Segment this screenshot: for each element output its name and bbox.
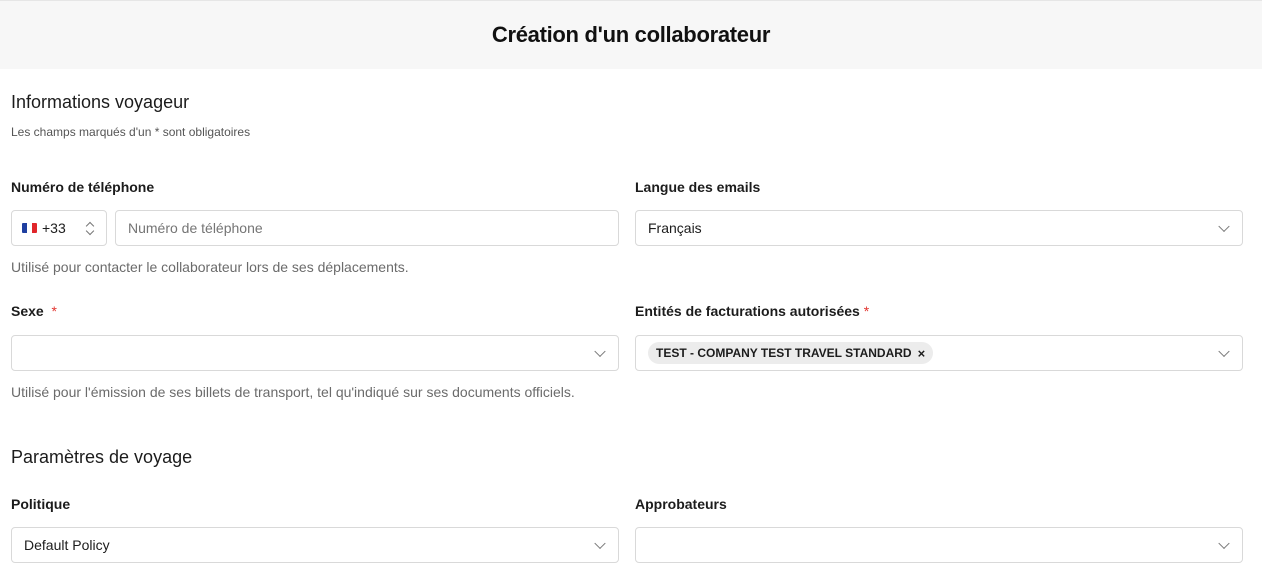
required-asterisk: * bbox=[863, 303, 870, 319]
billing-entities-label-text: Entités de facturations autorisées bbox=[635, 303, 860, 319]
remove-chip-icon[interactable]: × bbox=[918, 346, 926, 361]
up-down-chevron-icon bbox=[86, 221, 94, 237]
section-title-traveler: Informations voyageur bbox=[11, 92, 190, 112]
email-language-value: Français bbox=[648, 220, 702, 236]
email-language-label: Langue des emails bbox=[635, 179, 761, 195]
flag-france-icon bbox=[22, 223, 37, 233]
phone-number-input[interactable] bbox=[116, 211, 618, 245]
country-code-value: +33 bbox=[42, 220, 66, 236]
chevron-down-icon bbox=[594, 345, 606, 358]
page-header: Création d'un collaborateur bbox=[0, 0, 1262, 69]
phone-number-input-wrapper bbox=[115, 210, 619, 246]
gender-label-text: Sexe bbox=[11, 303, 44, 319]
country-code-select[interactable]: +33 bbox=[11, 210, 107, 246]
approvers-select[interactable] bbox=[635, 527, 1243, 563]
chevron-down-icon bbox=[1218, 345, 1230, 358]
billing-entity-chip: TEST - COMPANY TEST TRAVEL STANDARD × bbox=[648, 342, 934, 364]
policy-select[interactable]: Default Policy bbox=[11, 527, 619, 563]
section-title-travel-settings: Paramètres de voyage bbox=[11, 447, 193, 467]
phone-label: Numéro de téléphone bbox=[11, 179, 155, 195]
gender-helper-text: Utilisé pour l'émission de ses billets d… bbox=[11, 384, 575, 400]
phone-helper-text: Utilisé pour contacter le collaborateur … bbox=[11, 259, 409, 275]
billing-entities-select[interactable]: TEST - COMPANY TEST TRAVEL STANDARD × bbox=[635, 335, 1243, 371]
required-fields-hint: Les champs marqués d'un * sont obligatoi… bbox=[11, 125, 251, 139]
chevron-down-icon bbox=[594, 537, 606, 550]
chevron-down-icon bbox=[1218, 537, 1230, 550]
email-language-select[interactable]: Français bbox=[635, 210, 1243, 246]
gender-label: Sexe * bbox=[11, 303, 57, 319]
gender-select[interactable] bbox=[11, 335, 619, 371]
required-asterisk: * bbox=[51, 303, 57, 319]
policy-label: Politique bbox=[11, 496, 71, 512]
policy-value: Default Policy bbox=[24, 537, 110, 553]
approvers-label: Approbateurs bbox=[635, 496, 727, 512]
billing-entities-label: Entités de facturations autorisées * bbox=[635, 303, 869, 319]
billing-entity-chip-label: TEST - COMPANY TEST TRAVEL STANDARD bbox=[656, 346, 912, 360]
page-title: Création d'un collaborateur bbox=[491, 22, 771, 47]
chevron-down-icon bbox=[1218, 220, 1230, 233]
